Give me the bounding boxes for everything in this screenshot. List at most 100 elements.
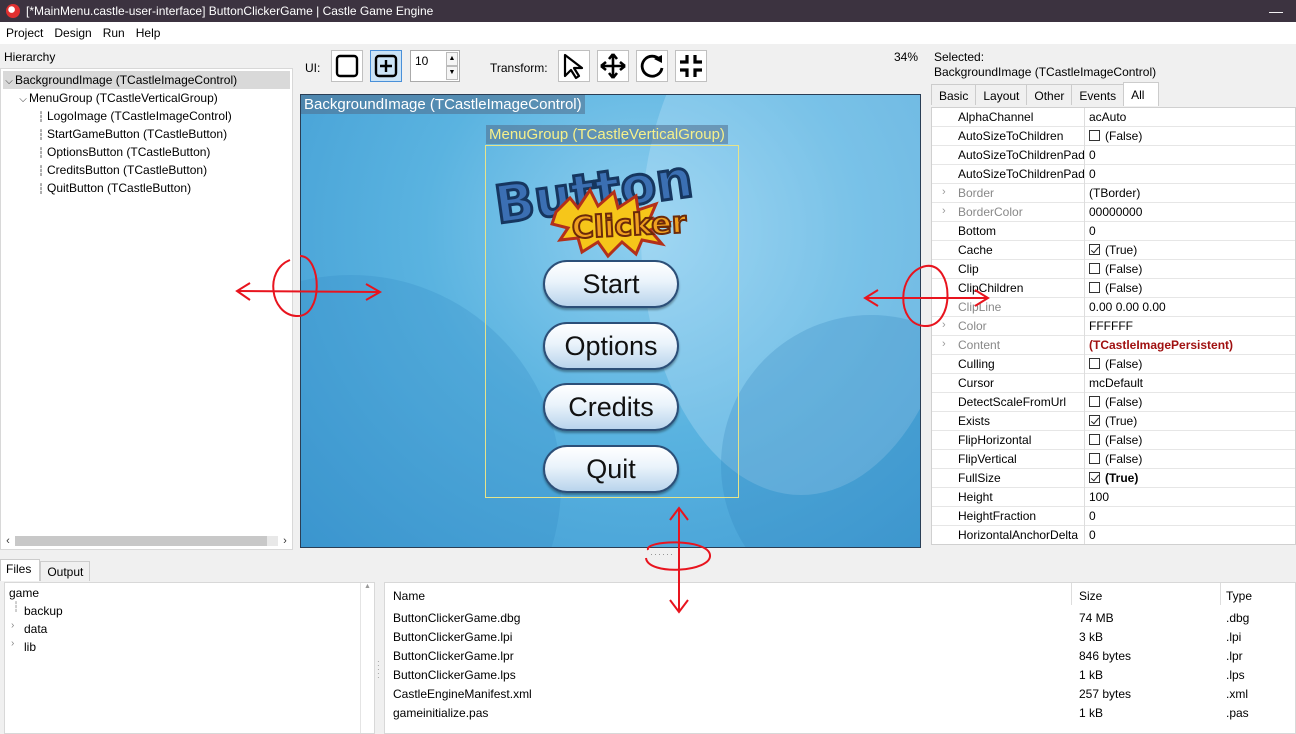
property-column-divider[interactable]	[1084, 146, 1085, 165]
property-column-divider[interactable]	[1084, 298, 1085, 317]
chevron-down-icon[interactable]: ⌵	[3, 73, 15, 91]
property-row[interactable]: ClipLine 0.00 0.00 0.00	[932, 298, 1295, 317]
move-tool-button[interactable]	[597, 50, 629, 82]
scroll-left-icon[interactable]: ‹	[1, 535, 15, 547]
file-name-cell[interactable]: ButtonClickerGame.dbg	[393, 611, 520, 625]
property-column-divider[interactable]	[1084, 222, 1085, 241]
tree-item-creditsbutton[interactable]: ┆ CreditsButton (TCastleButton)	[35, 161, 207, 179]
tab-layout[interactable]: Layout	[975, 84, 1028, 105]
credits-button[interactable]: Credits	[543, 383, 679, 431]
property-value[interactable]: (False)	[1089, 281, 1142, 295]
scroll-thumb[interactable]	[15, 536, 268, 546]
hierarchy-tree[interactable]: ⌵ BackgroundImage (TCastleImageControl) ⌵…	[0, 68, 293, 550]
property-value[interactable]: 0	[1089, 148, 1096, 162]
hierarchy-hscrollbar[interactable]: ‹ ›	[1, 533, 292, 549]
column-header-type[interactable]: Type	[1226, 589, 1252, 603]
property-value[interactable]: (False)	[1089, 433, 1142, 447]
tab-events[interactable]: Events	[1071, 84, 1125, 105]
property-value[interactable]: 0	[1089, 509, 1096, 523]
property-value[interactable]: (False)	[1089, 262, 1142, 276]
property-column-divider[interactable]	[1084, 393, 1085, 412]
property-column-divider[interactable]	[1084, 184, 1085, 203]
tab-output[interactable]: Output	[40, 561, 91, 581]
scroll-right-icon[interactable]: ›	[278, 535, 292, 547]
spin-down-icon[interactable]: ▼	[446, 66, 458, 80]
checkbox-checked[interactable]	[1089, 415, 1100, 426]
spin-up-icon[interactable]: ▲	[446, 52, 458, 66]
property-column-divider[interactable]	[1084, 108, 1085, 127]
property-value[interactable]: acAuto	[1089, 110, 1126, 124]
property-value[interactable]: (False)	[1089, 452, 1142, 466]
splitter-handle[interactable]: ······	[650, 549, 674, 559]
property-value[interactable]: 0	[1089, 528, 1096, 542]
property-row[interactable]: FullSize (True)	[932, 469, 1295, 488]
property-value[interactable]: (True)	[1089, 471, 1138, 485]
menu-help[interactable]: Help	[132, 26, 165, 40]
property-row[interactable]: DetectScaleFromUrl (False)	[932, 393, 1295, 412]
property-row[interactable]: AlphaChannel acAuto	[932, 108, 1295, 127]
rotate-tool-button[interactable]	[636, 50, 668, 82]
checkbox-checked[interactable]	[1089, 472, 1100, 483]
property-value[interactable]: 100	[1089, 490, 1109, 504]
file-name-cell[interactable]: ButtonClickerGame.lpr	[393, 649, 514, 663]
property-value[interactable]: 0	[1089, 224, 1096, 238]
files-splitter-handle[interactable]: · · · · ·	[377, 658, 380, 682]
file-name-cell[interactable]: CastleEngineManifest.xml	[393, 687, 532, 701]
scroll-track[interactable]	[15, 536, 278, 546]
property-value[interactable]: (False)	[1089, 395, 1142, 409]
tree-item-menugroup[interactable]: ⌵ MenuGroup (TCastleVerticalGroup)	[17, 89, 218, 107]
property-column-divider[interactable]	[1084, 260, 1085, 279]
files-tree[interactable]: game ┆ backup › data › lib ▲	[4, 582, 375, 734]
property-column-divider[interactable]	[1084, 374, 1085, 393]
chevron-right-icon[interactable]: ›	[11, 638, 14, 649]
chevron-right-icon[interactable]: ›	[11, 620, 14, 631]
chevron-right-icon[interactable]: ›	[942, 319, 946, 331]
property-row[interactable]: FlipHorizontal (False)	[932, 431, 1295, 450]
property-row[interactable]: HeightFraction 0	[932, 507, 1295, 526]
checkbox-unchecked[interactable]	[1089, 263, 1100, 274]
property-value[interactable]: (TCastleImagePersistent)	[1089, 338, 1233, 352]
tab-all[interactable]: All	[1123, 82, 1160, 106]
property-column-divider[interactable]	[1084, 241, 1085, 260]
minimize-button[interactable]: —	[1256, 3, 1296, 19]
checkbox-unchecked[interactable]	[1089, 282, 1100, 293]
checkbox-unchecked[interactable]	[1089, 434, 1100, 445]
property-column-divider[interactable]	[1084, 355, 1085, 374]
property-row[interactable]: AutoSizeToChildrenPaddingRight 0	[932, 146, 1295, 165]
quit-button[interactable]: Quit	[543, 445, 679, 493]
snap-value[interactable]: 10	[415, 54, 428, 68]
property-column-divider[interactable]	[1084, 336, 1085, 355]
resize-tool-button[interactable]	[675, 50, 707, 82]
start-game-button[interactable]: Start	[543, 260, 679, 308]
property-value[interactable]: mcDefault	[1089, 376, 1143, 390]
tree-item-data[interactable]: data	[24, 620, 47, 638]
chevron-right-icon[interactable]: ›	[942, 205, 946, 217]
property-column-divider[interactable]	[1084, 127, 1085, 146]
property-row[interactable]: ClipChildren (False)	[932, 279, 1295, 298]
property-row[interactable]: › Content (TCastleImagePersistent)	[932, 336, 1295, 355]
file-name-cell[interactable]: gameinitialize.pas	[393, 706, 488, 720]
property-column-divider[interactable]	[1084, 526, 1085, 544]
property-column-divider[interactable]	[1084, 165, 1085, 184]
property-value[interactable]: (True)	[1089, 414, 1137, 428]
property-column-divider[interactable]	[1084, 203, 1085, 222]
property-column-divider[interactable]	[1084, 412, 1085, 431]
property-column-divider[interactable]	[1084, 317, 1085, 336]
property-row[interactable]: › BorderColor 00000000	[932, 203, 1295, 222]
tree-item-game[interactable]: game	[9, 584, 39, 602]
tree-item-backup[interactable]: backup	[24, 602, 63, 620]
property-column-divider[interactable]	[1084, 507, 1085, 526]
property-row[interactable]: Cursor mcDefault	[932, 374, 1295, 393]
property-row[interactable]: AutoSizeToChildren (False)	[932, 127, 1295, 146]
property-row[interactable]: Exists (True)	[932, 412, 1295, 431]
property-row[interactable]: Bottom 0	[932, 222, 1295, 241]
property-row[interactable]: Clip (False)	[932, 260, 1295, 279]
logo-image[interactable]: Button Clicker	[486, 150, 736, 260]
property-column-divider[interactable]	[1084, 279, 1085, 298]
checkbox-unchecked[interactable]	[1089, 396, 1100, 407]
add-control-button[interactable]	[370, 50, 402, 82]
property-value[interactable]: (False)	[1089, 357, 1142, 371]
add-rect-button[interactable]	[331, 50, 363, 82]
property-row[interactable]: AutoSizeToChildrenPaddingTop 0	[932, 165, 1295, 184]
menu-project[interactable]: Project	[2, 26, 47, 40]
